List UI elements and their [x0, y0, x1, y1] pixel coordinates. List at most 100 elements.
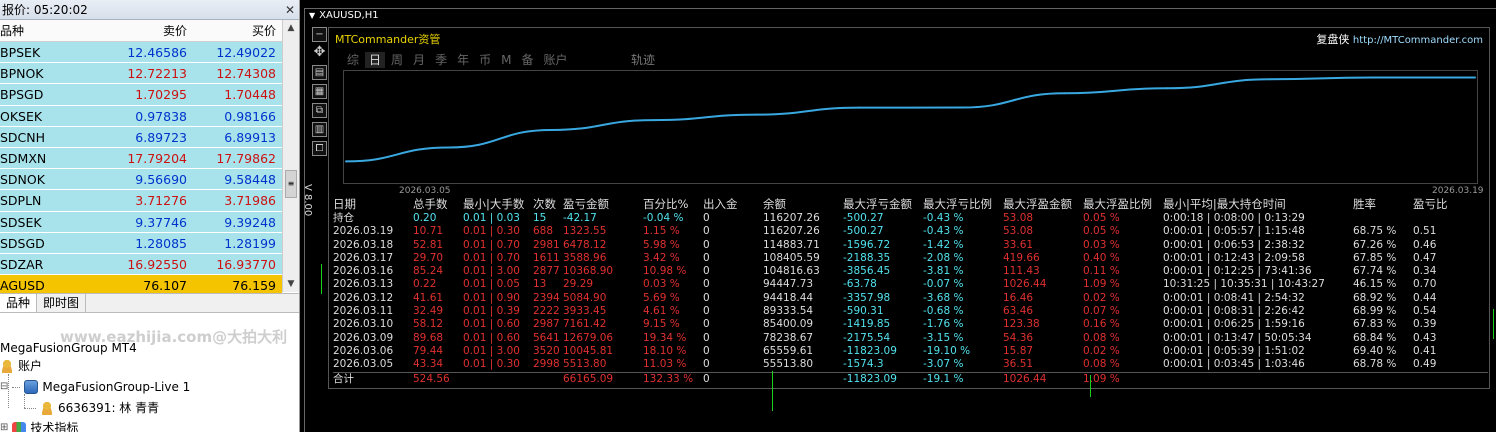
table-cell-lots: 32.49 [413, 305, 444, 318]
period-tab[interactable]: 综 [343, 52, 363, 68]
table-cell-maxloss: -1574.3 [843, 358, 884, 371]
table-cell-maxprofit_pct: 0.11 % [1083, 265, 1120, 278]
scroll-up-icon[interactable]: ▲ [283, 20, 299, 36]
tree-connector [24, 407, 36, 409]
expand-icon[interactable]: ⊞ [0, 420, 8, 432]
market-watch-scrollbar[interactable]: ▲ ≡ ▼ [282, 20, 299, 292]
table-cell-date: 2026.03.17 [333, 251, 394, 264]
symbol-cell: OKSEK [0, 105, 103, 126]
market-watch-row[interactable]: SDNOK 9.56690 9.58448 [0, 169, 282, 191]
brand-url[interactable]: http://MTCommander.com [1353, 35, 1483, 46]
bid-cell: 12.46586 [103, 42, 191, 63]
period-tab[interactable]: 月 [409, 52, 429, 68]
table-cell-maxprofit_pct: 0.05 % [1083, 225, 1120, 238]
period-tab[interactable]: M [497, 52, 515, 68]
period-tab[interactable]: 季 [431, 52, 451, 68]
bid-cell: 3.71276 [103, 190, 191, 211]
table-cell-time: 0:00:01 | 0:08:41 | 2:54:32 [1163, 291, 1305, 304]
table-cell-maxloss: 最大浮亏金额 [843, 197, 912, 211]
navigator-server[interactable]: ⊟ MegaFusionGroup-Live 1 [0, 379, 190, 395]
table-cell-pf: 0.51 [1413, 225, 1437, 238]
period-tab[interactable]: 年 [453, 52, 473, 68]
market-watch-row[interactable]: SDSGD 1.28085 1.28199 [0, 232, 282, 254]
table-cell-date: 2026.03.18 [333, 238, 394, 251]
market-watch-row[interactable]: SDPLN 3.71276 3.71986 [0, 190, 282, 212]
tab-track[interactable]: 轨迹 [631, 52, 655, 68]
table-cell-balance: 65559.61 [763, 344, 814, 357]
app-root: 报价: 05:20:02 ✕ 品种 卖价 买价 BPSEK 12.46586 12.… [0, 0, 1496, 432]
market-watch-row[interactable]: SDSEK 9.37746 9.39248 [0, 211, 282, 233]
copy-icon[interactable]: ⧠ [312, 141, 327, 156]
table-cell-count: 5641 [533, 331, 560, 344]
equity-line [345, 76, 1475, 163]
navigator-indicators-label: 技术指标 [30, 421, 79, 432]
navigator-indicators[interactable]: ⊞ 技术指标 [0, 420, 78, 432]
table-cell-maxloss_pct: -1.42 % [923, 238, 964, 251]
table-cell-winrate: 68.99 % [1353, 305, 1397, 318]
period-tab[interactable]: 币 [475, 52, 495, 68]
table-cell-time: 0:00:01 | 0:05:57 | 1:15:48 [1163, 225, 1305, 238]
navigator-accounts[interactable]: 账户 [0, 358, 42, 374]
market-watch-row[interactable]: SDCNH 6.89723 6.89913 [0, 126, 282, 148]
market-watch-row[interactable]: SDZAR 16.92550 16.93770 [0, 253, 282, 276]
table-cell-maxloss_pct: -3.07 % [923, 358, 964, 371]
table-cell-date: 2026.03.19 [333, 225, 394, 238]
equity-start-date: 2026.03.05 [399, 186, 451, 196]
document-icon[interactable]: ▦ [312, 84, 327, 99]
table-cell-time: 10:31:25 | 10:35:31 | 10:43:27 [1163, 278, 1325, 291]
tab-tick-chart[interactable]: 即时图 [37, 294, 87, 312]
symbol-cell: SDZAR [0, 253, 103, 275]
table-cell-count: 13 [533, 278, 547, 291]
tab-symbols[interactable]: 品种 [0, 294, 38, 312]
expand-icon[interactable]: ⊟ [0, 379, 8, 395]
panel-toolbar: − ✥ ▤ ▦ ⧉ ▥ ⧠ [312, 27, 328, 160]
market-watch-row[interactable]: BPSEK 12.46586 12.49022 [0, 42, 282, 64]
column-header-bid[interactable]: 卖价 [103, 20, 191, 41]
table-cell-winrate: 67.26 % [1353, 238, 1397, 251]
panel-brand[interactable]: 复盘侠 http://MTCommander.com [1316, 31, 1483, 47]
table-cell-maxprofit: 419.66 [1003, 251, 1040, 264]
table-row: 2026.03.05 43.34 0.01 | 0.30 2998 5513.80 11.… [333, 358, 1488, 371]
chart-bar [321, 264, 322, 294]
table-row: 2026.03.12 41.61 0.01 | 0.90 2394 5084.90 5.6… [333, 292, 1488, 305]
close-icon[interactable]: ✕ [281, 0, 299, 19]
scroll-down-icon[interactable]: ▼ [283, 276, 299, 292]
market-watch-row[interactable]: BPNOK 12.72213 12.74308 [0, 63, 282, 85]
table-cell-maxloss_pct: -0.43 % [923, 225, 964, 238]
market-watch-row[interactable]: OKSEK 0.97838 0.98166 [0, 105, 282, 127]
period-tab[interactable]: 账户 [539, 52, 571, 68]
table-cell-balance: 116207.26 [763, 225, 820, 238]
column-header-ask[interactable]: 买价 [191, 20, 280, 41]
market-watch-row[interactable]: BPSGD 1.70295 1.70448 [0, 84, 282, 106]
period-tab[interactable]: 周 [387, 52, 407, 68]
navigator-account[interactable]: 6636391: 林 青青 [24, 400, 159, 416]
chart-icon[interactable]: ⧉ [312, 103, 327, 118]
ask-cell: 9.58448 [191, 169, 280, 190]
column-header-symbol[interactable]: 品种 [0, 20, 103, 41]
table-cell-maxprofit_pct: 0.08 % [1083, 331, 1120, 344]
minimize-icon[interactable]: − [312, 27, 327, 42]
table-cell-balance: 116207.26 [763, 212, 820, 224]
table-cell-flow: 0 [703, 372, 710, 385]
table-cell-lots: 0.20 [413, 212, 437, 224]
table-cell-winrate: 46.15 % [1353, 278, 1397, 291]
table-cell-maxloss: -2188.35 [843, 251, 891, 264]
table-cell-maxprofit_pct: 0.16 % [1083, 318, 1120, 331]
move-icon[interactable]: ✥ [312, 45, 327, 61]
market-watch-row[interactable]: SDMXN 17.79204 17.79862 [0, 147, 282, 170]
table-cell-date: 2026.03.10 [333, 318, 394, 331]
period-tab[interactable]: 日 [365, 52, 386, 68]
scroll-thumb[interactable]: ≡ [285, 170, 297, 198]
table-cell-flow: 0 [703, 344, 710, 357]
report-icon[interactable]: ▤ [312, 65, 327, 80]
table-cell-pnl: 29.29 [563, 278, 594, 291]
table-cell-count: 1611 [533, 251, 560, 264]
period-tab[interactable]: 备 [517, 52, 537, 68]
table-cell-pnl: 3588.96 [563, 251, 607, 264]
table-cell-maxprofit: 63.46 [1003, 305, 1034, 318]
table-cell-flow: 0 [703, 318, 710, 331]
grid-icon[interactable]: ▥ [312, 122, 327, 137]
table-cell-winrate: 胜率 [1353, 197, 1376, 211]
bid-cell: 6.89723 [103, 126, 191, 147]
table-cell-maxloss_pct: -19.10 % [923, 344, 971, 357]
